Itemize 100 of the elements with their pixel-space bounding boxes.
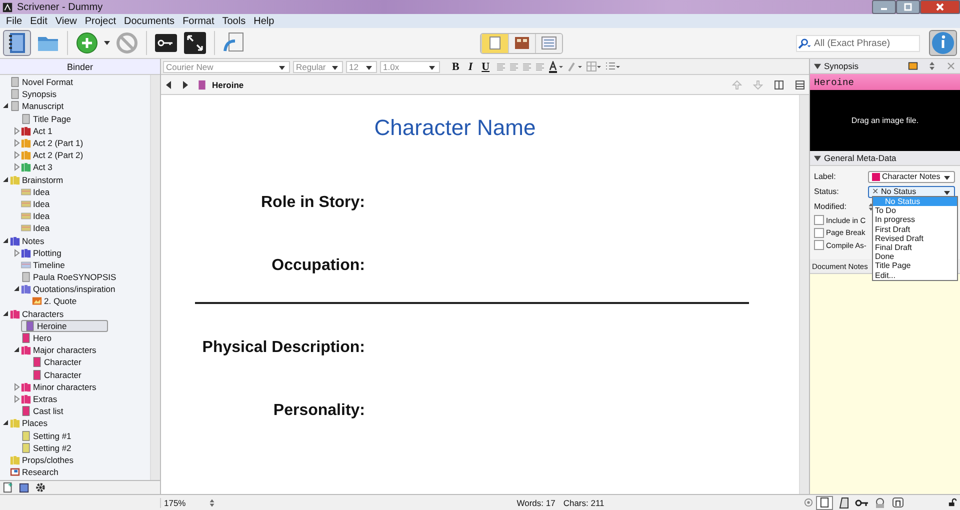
new-document-icon[interactable]: [3, 482, 14, 493]
binder-item[interactable]: Act 1: [21, 126, 56, 136]
split-view-icon[interactable]: [774, 80, 784, 90]
binder-item[interactable]: Act 2 (Part 1): [21, 138, 88, 148]
add-icon[interactable]: [75, 31, 99, 55]
caret-icon[interactable]: [944, 176, 950, 180]
binder-item[interactable]: Quotations/inspiration: [21, 284, 120, 294]
font-dropdown[interactable]: Courier New: [163, 60, 290, 72]
binder-item[interactable]: Idea: [21, 186, 54, 197]
menu-item[interactable]: Help: [252, 16, 280, 26]
collapsed-arrow-icon[interactable]: [13, 248, 21, 257]
caret-icon[interactable]: [332, 66, 338, 70]
image-icon[interactable]: [908, 61, 918, 71]
key-icon[interactable]: [154, 31, 178, 55]
checkbox[interactable]: [814, 240, 824, 250]
binder-item[interactable]: Character: [32, 370, 86, 380]
outliner-mode-button[interactable]: [534, 34, 562, 52]
binder-item[interactable]: Paula RoeSYNOPSIS: [21, 272, 120, 282]
collapsed-arrow-icon[interactable]: [13, 163, 21, 172]
binder-item[interactable]: Heroine: [21, 320, 108, 332]
binder-item[interactable]: Timeline: [21, 260, 69, 270]
binder-item[interactable]: Props/clothes: [10, 454, 78, 465]
text-color-icon[interactable]: [548, 60, 564, 72]
binder-item[interactable]: Idea: [21, 223, 54, 234]
binder-toggle-button[interactable]: [3, 30, 31, 56]
updown-arrows-icon[interactable]: [927, 61, 937, 71]
collapsed-arrow-icon[interactable]: [13, 382, 21, 391]
lock-icon[interactable]: [948, 498, 958, 507]
menu-item[interactable]: File: [4, 16, 28, 26]
binder-item[interactable]: Brainstorm: [10, 174, 68, 185]
collapsed-arrow-icon[interactable]: [13, 126, 21, 135]
bold-button[interactable]: B: [449, 60, 462, 72]
collapse-arrow-icon[interactable]: [814, 62, 821, 70]
underline-button[interactable]: U: [478, 60, 493, 72]
forward-arrow-icon[interactable]: [181, 80, 189, 88]
fullscreen-icon[interactable]: [183, 31, 207, 55]
binder-item[interactable]: Research: [10, 467, 62, 478]
back-arrow-icon[interactable]: [165, 80, 173, 88]
binder-item[interactable]: Minor characters: [21, 382, 100, 392]
scrollbar[interactable]: [150, 75, 160, 480]
expanded-arrow-icon[interactable]: [2, 176, 10, 184]
zoom-level[interactable]: 175%: [164, 498, 186, 508]
menu-item[interactable]: Edit: [28, 16, 54, 26]
binder-item[interactable]: Characters: [10, 308, 68, 319]
menu-option[interactable]: Edit...: [873, 270, 957, 280]
menu-item[interactable]: View: [53, 16, 83, 26]
binder-item[interactable]: Title Page: [21, 114, 75, 124]
settings-icon[interactable]: [35, 482, 46, 493]
binder-item[interactable]: Cast list: [21, 406, 68, 416]
info-button[interactable]: [929, 30, 957, 56]
checkbox[interactable]: [814, 215, 824, 226]
menu-item[interactable]: Project: [82, 16, 122, 26]
expanded-arrow-icon[interactable]: [13, 285, 21, 294]
caret-icon[interactable]: [366, 66, 372, 70]
expanded-arrow-icon[interactable]: [13, 346, 21, 354]
collapsed-arrow-icon[interactable]: [13, 394, 21, 403]
binder-item[interactable]: Synopsis: [10, 89, 60, 100]
scrollbar[interactable]: [799, 95, 809, 494]
binder-item[interactable]: 2. Quote: [32, 296, 81, 306]
menu-option[interactable]: First Draft: [873, 224, 957, 234]
status-dropdown[interactable]: ✕ No Status: [868, 186, 955, 198]
binder-item[interactable]: Major characters: [21, 345, 100, 356]
binder-item[interactable]: Act 2 (Part 2): [21, 150, 88, 160]
binder-item[interactable]: Setting #1: [21, 430, 76, 441]
caret-icon[interactable]: [279, 66, 285, 70]
line-spacing-dropdown[interactable]: 1.0x: [380, 60, 440, 72]
corkboard-mode-button[interactable]: [508, 34, 534, 52]
menu-option[interactable]: Revised Draft: [873, 234, 957, 243]
label-dropdown[interactable]: Character Notes: [868, 170, 955, 182]
binder-item[interactable]: Setting #2: [21, 442, 76, 453]
expanded-arrow-icon[interactable]: [2, 310, 10, 318]
caret-icon[interactable]: [104, 41, 110, 45]
menu-option[interactable]: Done: [873, 252, 957, 262]
updown-arrows-icon[interactable]: [868, 202, 874, 212]
notes-tab-button[interactable]: [816, 496, 834, 510]
expanded-arrow-icon[interactable]: [2, 419, 10, 428]
new-folder-icon[interactable]: [19, 482, 30, 493]
checkbox[interactable]: [814, 228, 824, 238]
updown-arrows-icon[interactable]: [208, 498, 215, 508]
menu-option[interactable]: In progress: [873, 215, 957, 225]
scrivenings-mode-button[interactable]: [480, 34, 508, 52]
menu-option[interactable]: Final Draft: [873, 242, 957, 252]
image-drop-area[interactable]: Drag an image file.: [810, 90, 960, 151]
menu-option[interactable]: Title Page: [873, 261, 957, 270]
font-size-dropdown[interactable]: 12: [346, 60, 377, 72]
collapsed-arrow-icon[interactable]: [13, 139, 21, 148]
binder-item[interactable]: Notes: [10, 236, 48, 246]
menu-item[interactable]: Documents: [122, 16, 181, 26]
menu-item[interactable]: Tools: [220, 16, 252, 26]
expanded-arrow-icon[interactable]: [2, 236, 10, 245]
binder-item[interactable]: Idea: [21, 198, 54, 209]
menu-icon[interactable]: [795, 80, 805, 90]
snapshot-icon[interactable]: [891, 496, 906, 508]
binder-item[interactable]: Extras: [21, 394, 62, 404]
font-style-dropdown[interactable]: Regular: [293, 60, 343, 72]
binder-item[interactable]: Manuscript: [10, 101, 68, 112]
menu-option[interactable]: To Do: [873, 206, 957, 216]
caret-icon[interactable]: [429, 66, 435, 70]
binder-item[interactable]: Character: [32, 357, 86, 368]
target-icon[interactable]: [804, 498, 814, 507]
